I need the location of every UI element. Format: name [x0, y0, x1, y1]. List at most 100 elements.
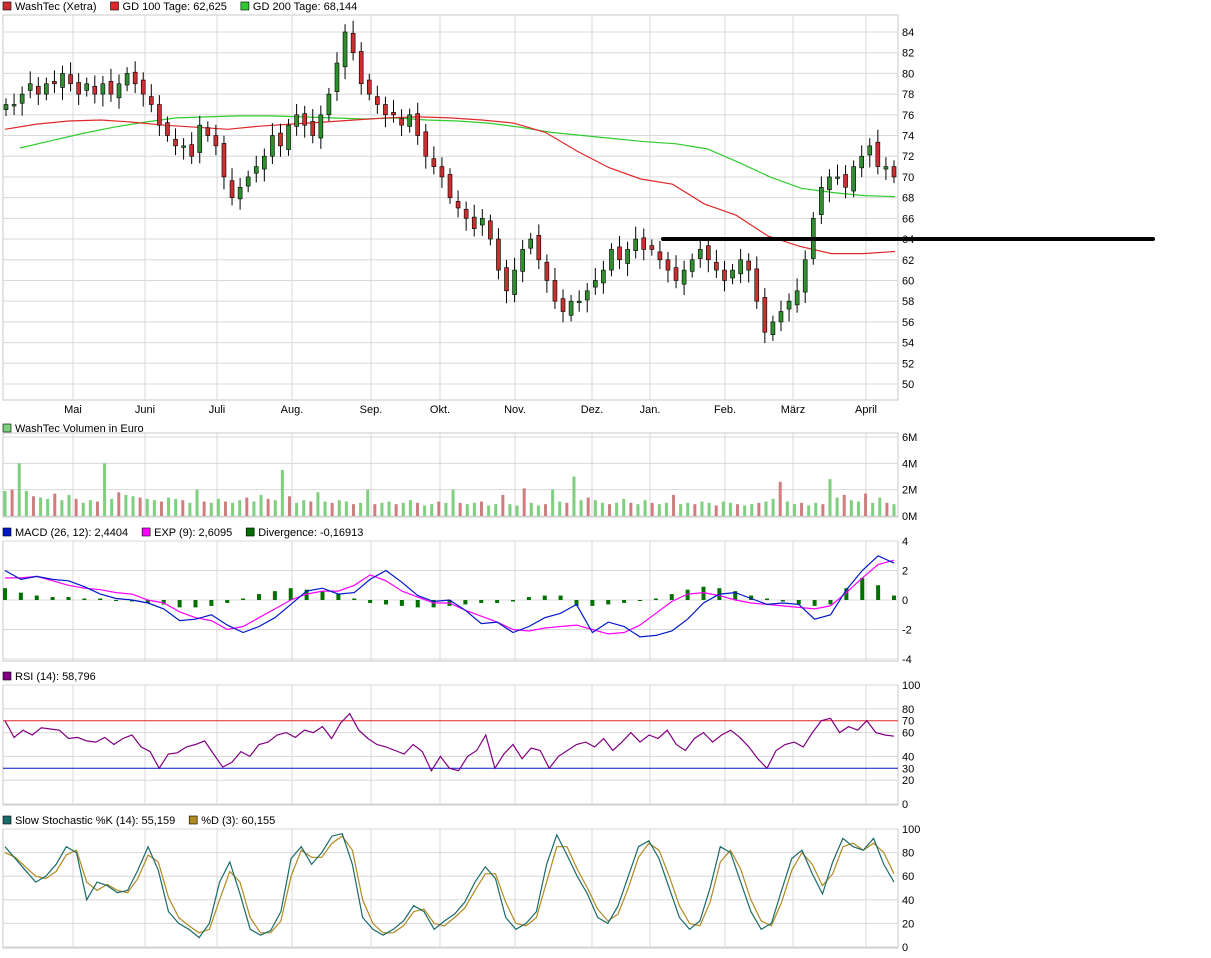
divergence-bar — [225, 600, 230, 603]
candle-body — [593, 280, 598, 288]
rsi-y-tick: 60 — [902, 728, 914, 740]
candle-body — [116, 83, 122, 99]
volume-bar — [615, 502, 619, 516]
legend-label: GD 200 Tage: 68,144 — [253, 1, 357, 13]
candle-body — [536, 235, 542, 261]
legend-label: MACD (26, 12): 2,4404 — [15, 527, 128, 539]
candle-body — [342, 31, 348, 68]
volume-bar — [764, 501, 768, 516]
candle-body — [278, 132, 283, 147]
divergence-bar — [526, 597, 531, 600]
candle-body — [722, 269, 727, 281]
price-y-tick: 58 — [902, 296, 914, 308]
divergence-bar — [272, 591, 277, 600]
volume-bar — [465, 504, 469, 516]
volume-bar — [600, 502, 604, 516]
candle-body — [488, 220, 493, 240]
macd-y-tick: 0 — [902, 595, 908, 607]
price-y-tick: 76 — [902, 110, 914, 122]
divergence-bar — [288, 588, 293, 600]
candle-body — [383, 104, 388, 116]
volume-bar — [707, 502, 711, 516]
candle-body — [165, 122, 170, 136]
candle-body — [415, 113, 421, 136]
divergence-bar — [336, 594, 341, 600]
volume-bar — [10, 489, 14, 516]
volume-bar — [536, 505, 540, 516]
price-y-tick: 70 — [902, 172, 914, 184]
candle-body — [173, 138, 178, 147]
candle-body — [157, 104, 162, 126]
macd-y-tick: 2 — [902, 566, 908, 578]
candle-body — [568, 300, 574, 316]
volume-y-tick: 2M — [902, 485, 917, 497]
price-y-tick: 74 — [902, 131, 914, 143]
volume-bar — [138, 497, 142, 516]
candle-body — [657, 251, 663, 261]
candle-body — [455, 201, 461, 209]
divergence-bar — [860, 577, 865, 600]
divergence-bar — [114, 600, 119, 601]
volume-bar — [679, 504, 683, 516]
volume-bar — [551, 489, 555, 516]
rsi-y-tick: 30 — [902, 763, 914, 775]
candle-body — [617, 246, 622, 261]
volume-bar — [195, 489, 199, 516]
volume-bar — [53, 493, 57, 516]
candle-body — [512, 269, 517, 295]
rsi-y-tick: 80 — [902, 704, 914, 716]
price-y-tick: 62 — [902, 255, 914, 267]
volume-bar — [302, 500, 306, 516]
legend-swatch — [2, 815, 12, 825]
stoch-y-tick: 40 — [902, 895, 914, 907]
volume-bar — [131, 496, 135, 516]
volume-bar — [885, 502, 889, 516]
divergence-bar — [399, 600, 404, 606]
stoch-y-tick: 80 — [902, 848, 914, 860]
volume-bar — [444, 502, 448, 516]
candle-body — [439, 166, 445, 178]
x-tick-label: Mai — [64, 404, 82, 416]
candle-body — [762, 297, 768, 333]
candle-body — [44, 83, 49, 95]
candle-body — [237, 186, 243, 200]
volume-bar — [579, 500, 583, 516]
candle-body — [60, 73, 65, 88]
volume-bar — [401, 502, 405, 516]
candle-body — [84, 83, 90, 91]
candle-body — [697, 249, 703, 259]
volume-bar — [458, 502, 462, 516]
volume-bar — [572, 476, 576, 516]
candle-body — [754, 268, 760, 302]
candle-body — [375, 96, 380, 105]
legend-swatch — [2, 527, 12, 537]
divergence-bar — [892, 595, 896, 600]
divergence-bar — [352, 598, 357, 600]
candle-body — [11, 104, 17, 107]
volume-bar — [856, 501, 860, 516]
volume-bar — [672, 494, 676, 516]
candle-body — [108, 80, 114, 95]
volume-bar — [124, 494, 128, 516]
stoch-y-tick: 100 — [902, 824, 920, 836]
divergence-bar — [415, 600, 420, 608]
candle-body — [625, 249, 630, 264]
candle-body — [35, 85, 41, 95]
volume-bar — [17, 463, 21, 516]
legend-label: EXP (9): 2,6095 — [154, 527, 232, 539]
candle-body — [286, 124, 291, 150]
candle-body — [665, 259, 671, 271]
rsi-panel-frame — [2, 684, 899, 806]
rsi-y-tick: 20 — [902, 775, 914, 787]
candle-body — [181, 145, 186, 148]
candle-body — [27, 83, 33, 91]
macd-y-tick: -4 — [902, 654, 912, 666]
divergence-bar — [18, 592, 23, 600]
volume-bar — [778, 481, 782, 516]
candle-body — [875, 141, 881, 167]
volume-bar — [316, 492, 320, 516]
volume-bar — [508, 504, 512, 516]
candle-body — [584, 290, 590, 301]
candle-body — [431, 158, 437, 167]
divergence-bar — [812, 600, 817, 606]
